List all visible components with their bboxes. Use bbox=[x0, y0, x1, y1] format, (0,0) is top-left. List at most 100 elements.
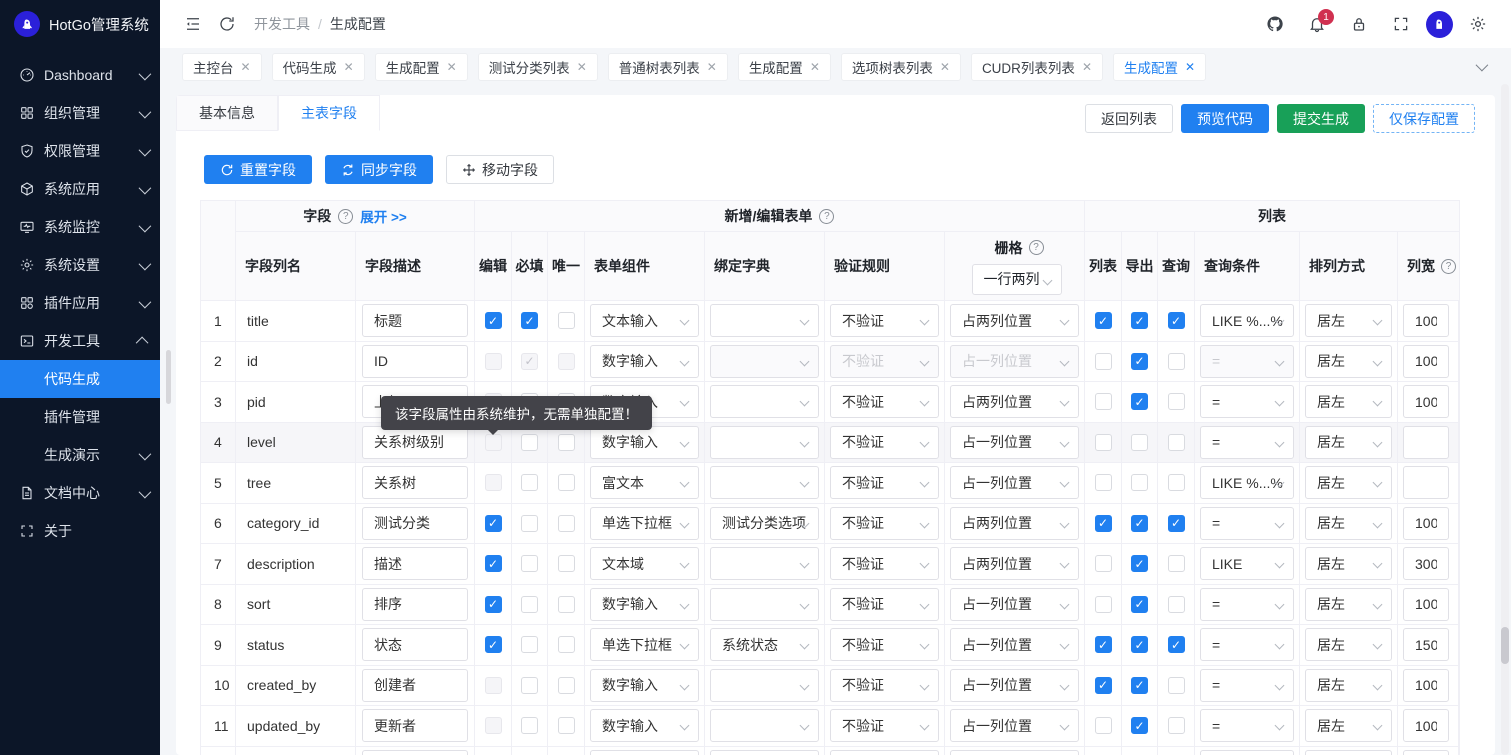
export-checkbox[interactable]: ✓ bbox=[1131, 596, 1148, 613]
tab-chip[interactable]: 普通树表列表✕ bbox=[608, 53, 728, 81]
query-checkbox[interactable] bbox=[1168, 555, 1185, 572]
align-select[interactable]: 居左 bbox=[1305, 426, 1392, 459]
rule-select[interactable]: 不验证 bbox=[830, 547, 939, 580]
list-checkbox[interactable]: ✓ bbox=[1095, 636, 1112, 653]
required-checkbox[interactable] bbox=[521, 555, 538, 572]
required-checkbox[interactable] bbox=[521, 596, 538, 613]
dict-select[interactable]: 测试分类选项 bbox=[710, 507, 819, 540]
sync-fields-button[interactable]: 同步字段 bbox=[325, 155, 433, 184]
query-cond-select[interactable] bbox=[1200, 750, 1294, 755]
field-desc-input[interactable] bbox=[362, 345, 468, 378]
rule-select[interactable]: 不验证 bbox=[830, 709, 939, 742]
sidebar-item-m11[interactable]: 文档中心 bbox=[0, 474, 160, 512]
unique-checkbox[interactable] bbox=[558, 312, 575, 329]
unique-checkbox[interactable] bbox=[558, 636, 575, 653]
close-tab-icon[interactable]: ✕ bbox=[1185, 60, 1195, 74]
sidebar-item-m0[interactable]: Dashboard bbox=[0, 56, 160, 94]
align-select[interactable]: 居左 bbox=[1305, 709, 1392, 742]
unique-checkbox[interactable] bbox=[558, 677, 575, 694]
query-checkbox[interactable] bbox=[1168, 393, 1185, 410]
component-select[interactable] bbox=[590, 750, 699, 755]
close-tab-icon[interactable]: ✕ bbox=[1082, 60, 1092, 74]
sidebar-item-m5[interactable]: 系统设置 bbox=[0, 246, 160, 284]
grid-select[interactable]: 占一列位置 bbox=[950, 628, 1079, 661]
align-select[interactable]: 居左 bbox=[1305, 547, 1392, 580]
field-desc-input[interactable] bbox=[362, 304, 468, 337]
sidebar-item-m12[interactable]: 关于 bbox=[0, 512, 160, 550]
expand-link[interactable]: 展开 >> bbox=[360, 206, 407, 226]
tab-main-table-fields[interactable]: 主表字段 bbox=[278, 95, 380, 131]
width-input[interactable] bbox=[1403, 588, 1449, 621]
app-logo[interactable]: HotGo管理系统 bbox=[0, 0, 160, 48]
grid-layout-select[interactable]: 一行两列 bbox=[972, 264, 1062, 295]
dict-select[interactable] bbox=[710, 750, 819, 755]
dict-select[interactable] bbox=[710, 426, 819, 459]
width-input[interactable] bbox=[1403, 709, 1449, 742]
tab-chip[interactable]: 选项树表列表✕ bbox=[841, 53, 961, 81]
close-tab-icon[interactable]: ✕ bbox=[241, 60, 251, 74]
align-select[interactable]: 居左 bbox=[1305, 385, 1392, 418]
collapse-menu-icon[interactable] bbox=[176, 7, 210, 41]
grid-select[interactable]: 占一列位置 bbox=[950, 669, 1079, 702]
export-checkbox[interactable]: ✓ bbox=[1131, 393, 1148, 410]
grid-select[interactable]: 占两列位置 bbox=[950, 547, 1079, 580]
list-checkbox[interactable] bbox=[1095, 434, 1112, 451]
grid-select[interactable]: 占一列位置 bbox=[950, 426, 1079, 459]
export-checkbox[interactable]: ✓ bbox=[1131, 353, 1148, 370]
width-input[interactable] bbox=[1403, 304, 1449, 337]
list-checkbox[interactable] bbox=[1095, 555, 1112, 572]
close-tab-icon[interactable]: ✕ bbox=[707, 60, 717, 74]
export-checkbox[interactable]: ✓ bbox=[1131, 636, 1148, 653]
component-select[interactable]: 单选下拉框 bbox=[590, 628, 699, 661]
close-tab-icon[interactable]: ✕ bbox=[577, 60, 587, 74]
unique-checkbox[interactable] bbox=[558, 434, 575, 451]
component-select[interactable]: 单选下拉框 bbox=[590, 507, 699, 540]
width-input[interactable] bbox=[1403, 547, 1449, 580]
align-select[interactable]: 居左 bbox=[1305, 588, 1392, 621]
dict-select[interactable] bbox=[710, 304, 819, 337]
sidebar-item-m2[interactable]: 权限管理 bbox=[0, 132, 160, 170]
save-config-only-button[interactable]: 仅保存配置 bbox=[1373, 104, 1475, 133]
close-tab-icon[interactable]: ✕ bbox=[940, 60, 950, 74]
dict-select[interactable] bbox=[710, 588, 819, 621]
export-checkbox[interactable]: ✓ bbox=[1131, 555, 1148, 572]
width-input[interactable] bbox=[1403, 426, 1449, 459]
field-desc-input[interactable] bbox=[362, 750, 468, 755]
export-checkbox[interactable]: ✓ bbox=[1131, 515, 1148, 532]
query-cond-select[interactable]: = bbox=[1200, 628, 1294, 661]
width-input[interactable] bbox=[1403, 628, 1449, 661]
edit-checkbox[interactable]: ✓ bbox=[485, 515, 502, 532]
rule-select[interactable]: 不验证 bbox=[830, 588, 939, 621]
export-checkbox[interactable]: ✓ bbox=[1131, 717, 1148, 734]
list-checkbox[interactable] bbox=[1095, 717, 1112, 734]
grid-select[interactable]: 占两列位置 bbox=[950, 304, 1079, 337]
move-field-button[interactable]: 移动字段 bbox=[446, 155, 554, 184]
rule-select[interactable]: 不验证 bbox=[830, 466, 939, 499]
rule-select[interactable]: 不验证 bbox=[830, 426, 939, 459]
field-desc-input[interactable] bbox=[362, 426, 468, 459]
component-select[interactable]: 文本输入 bbox=[590, 304, 699, 337]
align-select[interactable]: 居左 bbox=[1305, 507, 1392, 540]
grid-select[interactable]: 占两列位置 bbox=[950, 507, 1079, 540]
align-select[interactable]: 居左 bbox=[1305, 466, 1392, 499]
list-checkbox[interactable]: ✓ bbox=[1095, 677, 1112, 694]
field-help-icon[interactable]: ? bbox=[338, 209, 353, 224]
grid-select[interactable]: 占一列位置 bbox=[950, 466, 1079, 499]
rule-select[interactable]: 不验证 bbox=[830, 669, 939, 702]
tab-chip[interactable]: 生成配置✕ bbox=[1113, 53, 1206, 81]
query-cond-select[interactable]: = bbox=[1200, 709, 1294, 742]
list-checkbox[interactable] bbox=[1095, 596, 1112, 613]
width-input[interactable] bbox=[1403, 669, 1449, 702]
settings-gear-icon[interactable] bbox=[1461, 7, 1495, 41]
unique-checkbox[interactable] bbox=[558, 555, 575, 572]
query-cond-select[interactable]: = bbox=[1200, 507, 1294, 540]
required-checkbox[interactable] bbox=[521, 636, 538, 653]
lock-icon[interactable] bbox=[1342, 7, 1376, 41]
list-checkbox[interactable]: ✓ bbox=[1095, 312, 1112, 329]
query-checkbox[interactable] bbox=[1168, 434, 1185, 451]
field-desc-input[interactable] bbox=[362, 507, 468, 540]
grid-select[interactable]: 占一列位置 bbox=[950, 709, 1079, 742]
rule-select[interactable]: 不验证 bbox=[830, 385, 939, 418]
query-checkbox[interactable] bbox=[1168, 717, 1185, 734]
rule-select[interactable] bbox=[830, 750, 939, 755]
